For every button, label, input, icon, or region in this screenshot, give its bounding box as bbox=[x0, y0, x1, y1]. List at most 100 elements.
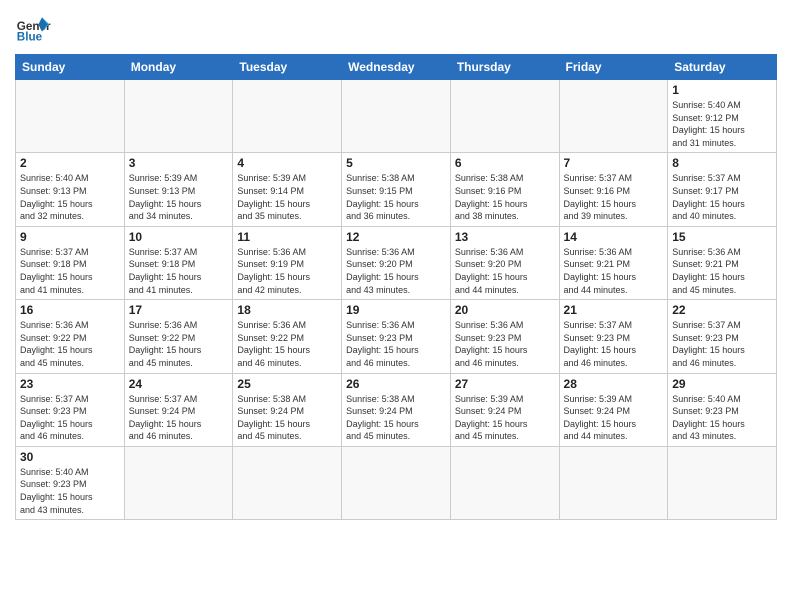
calendar-cell: 14 Sunrise: 5:36 AM Sunset: 9:21 PM Dayli… bbox=[559, 226, 668, 299]
svg-text:Blue: Blue bbox=[17, 31, 43, 44]
day-number: 26 bbox=[346, 377, 446, 391]
day-info: Sunrise: 5:36 AM Sunset: 9:22 PM Dayligh… bbox=[20, 319, 120, 369]
day-info: Sunrise: 5:40 AM Sunset: 9:12 PM Dayligh… bbox=[672, 99, 772, 149]
day-info: Sunrise: 5:38 AM Sunset: 9:16 PM Dayligh… bbox=[455, 172, 555, 222]
calendar-cell: 13 Sunrise: 5:36 AM Sunset: 9:20 PM Dayli… bbox=[450, 226, 559, 299]
day-number: 4 bbox=[237, 156, 337, 170]
day-info: Sunrise: 5:38 AM Sunset: 9:24 PM Dayligh… bbox=[237, 393, 337, 443]
day-info: Sunrise: 5:36 AM Sunset: 9:21 PM Dayligh… bbox=[564, 246, 664, 296]
day-number: 10 bbox=[129, 230, 229, 244]
calendar-cell: 1Sunrise: 5:40 AM Sunset: 9:12 PM Daylig… bbox=[668, 80, 777, 153]
calendar-cell bbox=[559, 446, 668, 519]
day-number: 28 bbox=[564, 377, 664, 391]
day-number: 13 bbox=[455, 230, 555, 244]
calendar-cell: 19 Sunrise: 5:36 AM Sunset: 9:23 PM Dayli… bbox=[342, 300, 451, 373]
day-number: 3 bbox=[129, 156, 229, 170]
calendar-cell: 25Sunrise: 5:38 AM Sunset: 9:24 PM Dayli… bbox=[233, 373, 342, 446]
day-info: Sunrise: 5:39 AM Sunset: 9:13 PM Dayligh… bbox=[129, 172, 229, 222]
calendar-cell bbox=[450, 80, 559, 153]
day-number: 2 bbox=[20, 156, 120, 170]
calendar-cell: 29 Sunrise: 5:40 AM Sunset: 9:23 PM Dayli… bbox=[668, 373, 777, 446]
day-info: Sunrise: 5:36 AM Sunset: 9:20 PM Dayligh… bbox=[346, 246, 446, 296]
calendar-cell: 10 Sunrise: 5:37 AM Sunset: 9:18 PM Dayli… bbox=[124, 226, 233, 299]
day-info: Sunrise: 5:37 AM Sunset: 9:18 PM Dayligh… bbox=[129, 246, 229, 296]
calendar-cell bbox=[16, 80, 125, 153]
calendar-cell: 4 Sunrise: 5:39 AM Sunset: 9:14 PM Daylig… bbox=[233, 153, 342, 226]
day-info: Sunrise: 5:39 AM Sunset: 9:24 PM Dayligh… bbox=[455, 393, 555, 443]
day-number: 16 bbox=[20, 303, 120, 317]
calendar-cell: 16 Sunrise: 5:36 AM Sunset: 9:22 PM Dayli… bbox=[16, 300, 125, 373]
day-info: Sunrise: 5:37 AM Sunset: 9:24 PM Dayligh… bbox=[129, 393, 229, 443]
day-info: Sunrise: 5:37 AM Sunset: 9:23 PM Dayligh… bbox=[20, 393, 120, 443]
calendar-cell: 30 Sunrise: 5:40 AM Sunset: 9:23 PM Dayli… bbox=[16, 446, 125, 519]
calendar-cell: 3 Sunrise: 5:39 AM Sunset: 9:13 PM Daylig… bbox=[124, 153, 233, 226]
calendar-cell bbox=[124, 80, 233, 153]
calendar-cell bbox=[124, 446, 233, 519]
day-info: Sunrise: 5:37 AM Sunset: 9:23 PM Dayligh… bbox=[564, 319, 664, 369]
day-number: 8 bbox=[672, 156, 772, 170]
calendar-cell: 8 Sunrise: 5:37 AM Sunset: 9:17 PM Daylig… bbox=[668, 153, 777, 226]
calendar-cell bbox=[342, 446, 451, 519]
day-info: Sunrise: 5:36 AM Sunset: 9:20 PM Dayligh… bbox=[455, 246, 555, 296]
calendar-cell: 18Sunrise: 5:36 AM Sunset: 9:22 PM Dayli… bbox=[233, 300, 342, 373]
calendar-cell: 5Sunrise: 5:38 AM Sunset: 9:15 PM Daylig… bbox=[342, 153, 451, 226]
day-number: 19 bbox=[346, 303, 446, 317]
calendar-cell: 12 Sunrise: 5:36 AM Sunset: 9:20 PM Dayli… bbox=[342, 226, 451, 299]
col-header-sunday: Sunday bbox=[16, 55, 125, 80]
day-info: Sunrise: 5:36 AM Sunset: 9:19 PM Dayligh… bbox=[237, 246, 337, 296]
day-info: Sunrise: 5:40 AM Sunset: 9:23 PM Dayligh… bbox=[20, 466, 120, 516]
logo-icon: General Blue bbox=[15, 10, 51, 46]
col-header-saturday: Saturday bbox=[668, 55, 777, 80]
day-info: Sunrise: 5:37 AM Sunset: 9:23 PM Dayligh… bbox=[672, 319, 772, 369]
day-number: 9 bbox=[20, 230, 120, 244]
calendar-cell bbox=[342, 80, 451, 153]
calendar-cell bbox=[233, 80, 342, 153]
calendar-cell: 20 Sunrise: 5:36 AM Sunset: 9:23 PM Dayli… bbox=[450, 300, 559, 373]
day-info: Sunrise: 5:36 AM Sunset: 9:22 PM Dayligh… bbox=[237, 319, 337, 369]
col-header-tuesday: Tuesday bbox=[233, 55, 342, 80]
calendar-cell: 15 Sunrise: 5:36 AM Sunset: 9:21 PM Dayli… bbox=[668, 226, 777, 299]
page-header: General Blue bbox=[15, 10, 777, 46]
day-info: Sunrise: 5:40 AM Sunset: 9:23 PM Dayligh… bbox=[672, 393, 772, 443]
calendar-cell bbox=[450, 446, 559, 519]
col-header-wednesday: Wednesday bbox=[342, 55, 451, 80]
day-number: 14 bbox=[564, 230, 664, 244]
day-info: Sunrise: 5:38 AM Sunset: 9:15 PM Dayligh… bbox=[346, 172, 446, 222]
day-number: 23 bbox=[20, 377, 120, 391]
calendar-table: SundayMondayTuesdayWednesdayThursdayFrid… bbox=[15, 54, 777, 520]
day-number: 30 bbox=[20, 450, 120, 464]
day-number: 12 bbox=[346, 230, 446, 244]
day-info: Sunrise: 5:37 AM Sunset: 9:17 PM Dayligh… bbox=[672, 172, 772, 222]
calendar-cell: 26Sunrise: 5:38 AM Sunset: 9:24 PM Dayli… bbox=[342, 373, 451, 446]
day-number: 20 bbox=[455, 303, 555, 317]
day-number: 24 bbox=[129, 377, 229, 391]
calendar-cell bbox=[559, 80, 668, 153]
day-info: Sunrise: 5:37 AM Sunset: 9:18 PM Dayligh… bbox=[20, 246, 120, 296]
calendar-cell bbox=[233, 446, 342, 519]
calendar-cell: 9 Sunrise: 5:37 AM Sunset: 9:18 PM Daylig… bbox=[16, 226, 125, 299]
day-number: 22 bbox=[672, 303, 772, 317]
day-number: 21 bbox=[564, 303, 664, 317]
calendar-cell: 2 Sunrise: 5:40 AM Sunset: 9:13 PM Daylig… bbox=[16, 153, 125, 226]
day-number: 7 bbox=[564, 156, 664, 170]
day-info: Sunrise: 5:36 AM Sunset: 9:23 PM Dayligh… bbox=[455, 319, 555, 369]
col-header-thursday: Thursday bbox=[450, 55, 559, 80]
day-info: Sunrise: 5:40 AM Sunset: 9:13 PM Dayligh… bbox=[20, 172, 120, 222]
calendar-cell: 7Sunrise: 5:37 AM Sunset: 9:16 PM Daylig… bbox=[559, 153, 668, 226]
day-number: 29 bbox=[672, 377, 772, 391]
day-number: 15 bbox=[672, 230, 772, 244]
calendar-cell: 11 Sunrise: 5:36 AM Sunset: 9:19 PM Dayli… bbox=[233, 226, 342, 299]
day-info: Sunrise: 5:36 AM Sunset: 9:21 PM Dayligh… bbox=[672, 246, 772, 296]
day-number: 11 bbox=[237, 230, 337, 244]
calendar-cell: 24 Sunrise: 5:37 AM Sunset: 9:24 PM Dayli… bbox=[124, 373, 233, 446]
day-number: 17 bbox=[129, 303, 229, 317]
calendar-cell: 21 Sunrise: 5:37 AM Sunset: 9:23 PM Dayli… bbox=[559, 300, 668, 373]
day-number: 6 bbox=[455, 156, 555, 170]
col-header-monday: Monday bbox=[124, 55, 233, 80]
calendar-cell bbox=[668, 446, 777, 519]
day-info: Sunrise: 5:39 AM Sunset: 9:24 PM Dayligh… bbox=[564, 393, 664, 443]
logo: General Blue bbox=[15, 10, 51, 46]
day-info: Sunrise: 5:36 AM Sunset: 9:23 PM Dayligh… bbox=[346, 319, 446, 369]
day-info: Sunrise: 5:36 AM Sunset: 9:22 PM Dayligh… bbox=[129, 319, 229, 369]
day-info: Sunrise: 5:39 AM Sunset: 9:14 PM Dayligh… bbox=[237, 172, 337, 222]
